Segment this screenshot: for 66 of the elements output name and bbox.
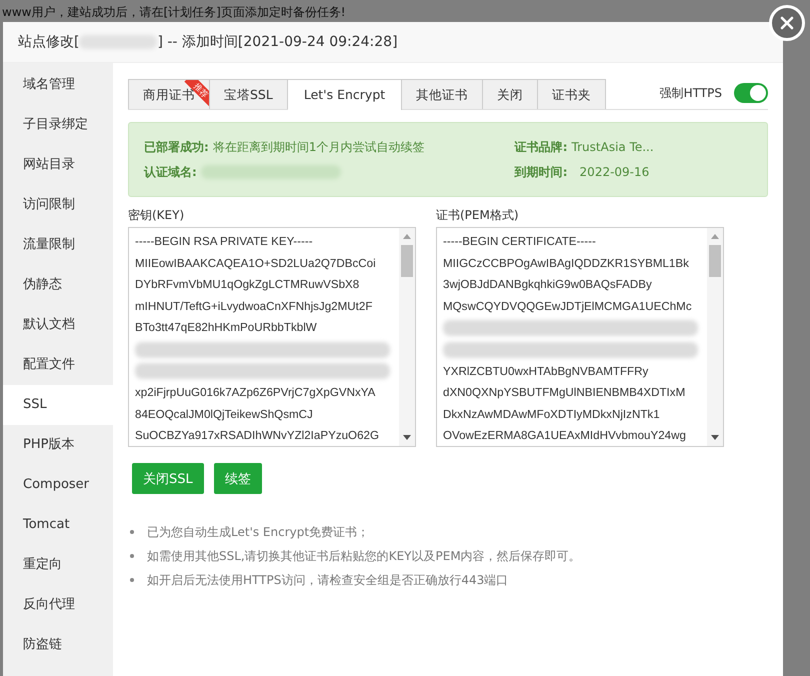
text-area[interactable] — [128, 227, 416, 447]
text-line: MQswCQYDVQQGEwJDTjElMCMGA1UEChMc — [443, 298, 693, 315]
sidebar-item[interactable]: Tomcat — [3, 505, 113, 545]
text-line: mIHNUT/TeftG+iLvydwoaCnXFNhjsJg2MUt2F — [135, 298, 374, 315]
scroll-down-icon[interactable] — [711, 435, 719, 440]
text-line: DYbRFvmVbMU1qOgkZgLCTMRuwVSbX8 — [135, 277, 360, 294]
text-line: OVowEzERMA8GA1UEAxMIdHVvbmouY24wg — [443, 428, 687, 444]
tab[interactable]: Let's Encrypt — [288, 79, 402, 110]
sidebar-item[interactable]: 反向代理 — [3, 585, 113, 625]
brand-value: TrustAsia Te... — [572, 140, 654, 154]
expiry-value: 2022-09-16 — [580, 165, 650, 179]
text-line: 3wjOBJdDANBgkqhkiG9w0BAQsFADBy — [443, 277, 653, 294]
scrollbar[interactable] — [707, 228, 723, 446]
sidebar-item[interactable]: 流量限制 — [3, 225, 113, 265]
note-text: 如开启后无法使用HTTPS访问，请检查安全组是否正确放行443端口 — [147, 572, 508, 588]
scrollbar-thumb[interactable] — [401, 245, 413, 277]
sidebar-item[interactable]: 访问限制 — [3, 185, 113, 225]
text-line: -----BEGIN RSA PRIVATE KEY----- — [135, 234, 314, 250]
text-line: dXN0QXNpYSBUTFMgUlNBIENBMB4XDTIxM — [443, 385, 686, 402]
close-icon[interactable] — [780, 16, 794, 30]
sidebar-item[interactable]: 子目录绑定 — [3, 105, 113, 145]
text-line: MIIGCzCCBPOgAwIBAgIQDDZKR1SYBML1Bk — [443, 256, 690, 272]
text-line: BTo3tt47qE82hHKmPoURbbTkblW — [135, 320, 318, 336]
toggle-switch[interactable] — [734, 83, 768, 103]
close-button[interactable] — [769, 5, 805, 41]
sidebar-item[interactable]: PHP版本 — [3, 425, 113, 465]
dialog-title-time: ] -- 添加时间[2021-09-24 09:24:28] — [157, 33, 398, 51]
tab[interactable]: 其他证书 — [402, 79, 484, 109]
background-notice: www用户，建站成功后，请在[计划任务]页面添加定时备份任务! — [2, 4, 346, 20]
sidebar-item[interactable]: 网站目录 — [3, 145, 113, 185]
sidebar-item[interactable]: Composer — [3, 465, 113, 505]
tab[interactable]: 商用证书 推荐 — [128, 79, 210, 109]
status-label: 已部署成功: — [144, 138, 209, 156]
text-line: 84EOQcalJM0lQjTeikewShQsmCJ — [135, 406, 314, 423]
scrollbar[interactable] — [399, 228, 415, 446]
text-line: SuOCBZYa917xRSADIhWNvYZl2IaPYzuO62G — [135, 428, 380, 444]
tab[interactable]: 宝塔SSL — [210, 79, 288, 109]
force-https-label: 强制HTTPS — [660, 84, 722, 102]
scrollbar-thumb[interactable] — [709, 245, 721, 277]
text-line: YXRlZCBTU0wxHTAbBgNVBAMTFFRy — [443, 364, 650, 380]
text-line: MIIEowIBAAKCAQEA1O+SD2LUa2Q7DBcCoi — [135, 256, 377, 272]
tab[interactable]: 证书夹 — [538, 79, 606, 109]
note-text: 已为您自动生成Let's Encrypt免费证书； — [147, 524, 370, 540]
sidebar-item[interactable]: 重定向 — [3, 545, 113, 585]
dialog-title: 站点修改[ — [18, 33, 80, 51]
sidebar-item[interactable]: 域名管理 — [3, 65, 113, 105]
text-line: DkxNzAwMDAwMFoXDTIyMDkxNjIzNTk1 — [443, 406, 661, 423]
text-area[interactable] — [436, 227, 724, 447]
scroll-down-icon[interactable] — [403, 435, 411, 440]
expiry-label: 到期时间: — [514, 164, 568, 180]
scroll-up-icon[interactable] — [711, 234, 719, 239]
field-label: 密钥(KEY) — [128, 207, 186, 224]
sidebar-item[interactable]: SSL — [3, 385, 113, 425]
tab[interactable]: 关闭 — [483, 79, 538, 109]
status-text: 将在距离到期时间1个月内尝试自动续签 — [212, 138, 424, 156]
sidebar-item[interactable]: 防盗链 — [3, 625, 113, 665]
sidebar-item[interactable]: 伪静态 — [3, 265, 113, 305]
sidebar-item[interactable]: 配置文件 — [3, 345, 113, 385]
note-text: 如需使用其他SSL,请切换其他证书后粘贴您的KEY以及PEM内容，然后保存即可。 — [147, 548, 581, 564]
domain-label: 认证域名: — [144, 164, 197, 180]
text-line: -----BEGIN CERTIFICATE----- — [443, 234, 597, 250]
sidebar-item[interactable]: 默认文档 — [3, 305, 113, 345]
brand-label: 证书品牌: — [514, 138, 568, 156]
text-line: xp2iFjrpUuG016k7AZp6Z6PVrjC7gXpGVNxYA — [135, 385, 376, 402]
field-label: 证书(PEM格式) — [436, 207, 520, 224]
scroll-up-icon[interactable] — [403, 234, 411, 239]
